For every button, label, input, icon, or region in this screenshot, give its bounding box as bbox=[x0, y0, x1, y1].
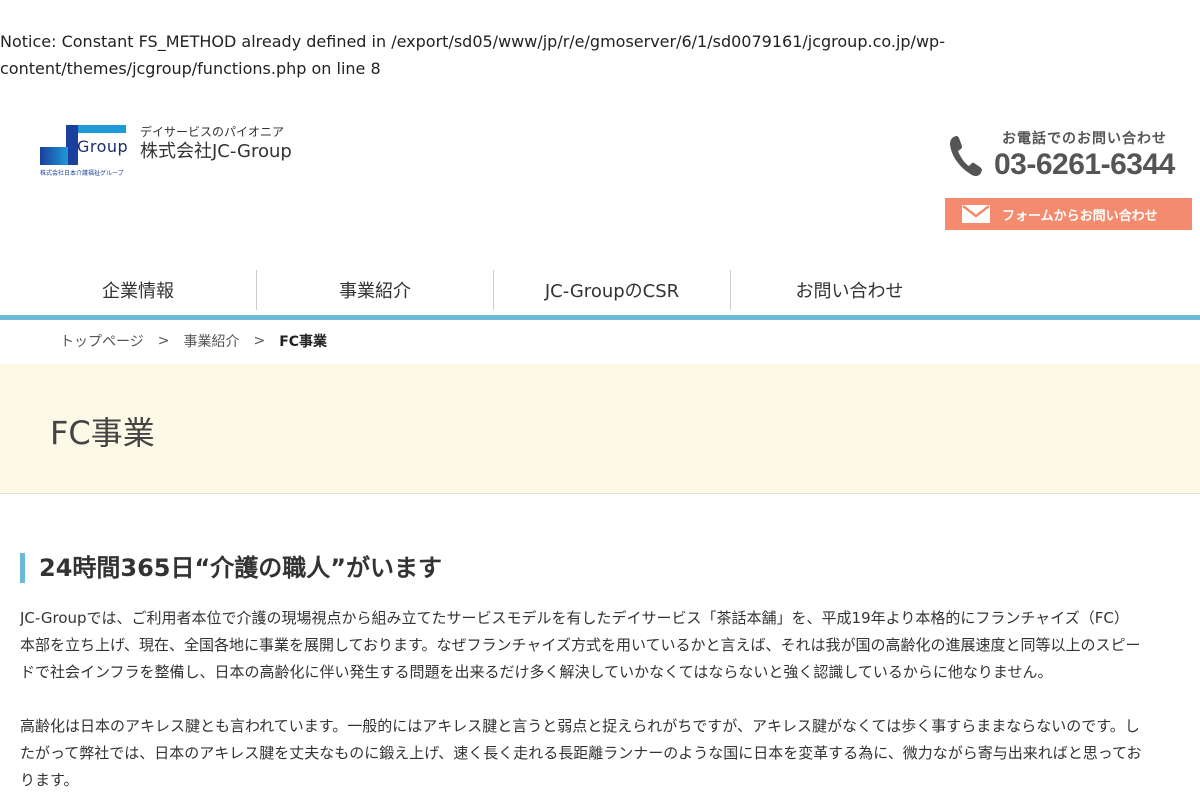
paragraph-line: 本部を立ち上げ、現在、全国各地に事業を展開しております。なぜフランチャイズ方式を… bbox=[20, 636, 1141, 654]
contact-form-button[interactable]: フォームからお問い合わせ bbox=[945, 198, 1192, 230]
paragraph-line: たがって弊社では、日本のアキレス腱を丈夫なものに鍛え上げ、速く長く走れる長距離ラ… bbox=[20, 744, 1142, 762]
breadcrumb: トップページ > 事業紹介 > FC事業 bbox=[60, 330, 327, 352]
logo-mark-text: Group bbox=[77, 137, 129, 156]
global-nav: 企業情報 事業紹介 JC-GroupのCSR お問い合わせ bbox=[20, 270, 968, 310]
phone-icon bbox=[950, 136, 982, 177]
company-name: 株式会社JC-Group bbox=[140, 141, 292, 162]
tel-number-link[interactable]: 03-6261-6344 bbox=[994, 148, 1175, 182]
breadcrumb-home[interactable]: トップページ bbox=[60, 331, 144, 351]
breadcrumb-separator: > bbox=[157, 333, 170, 349]
page-hero: FC事業 bbox=[0, 364, 1200, 494]
page-title: FC事業 bbox=[50, 414, 155, 452]
breadcrumb-separator: > bbox=[253, 333, 266, 349]
nav-item-csr[interactable]: JC-GroupのCSR bbox=[494, 270, 731, 310]
notice-line-1: Notice: Constant FS_METHOD already defin… bbox=[0, 32, 945, 51]
logo-mark-subtext: 株式会社日本介護福祉グループ bbox=[40, 170, 124, 177]
section-title: 24時間365日“介護の職人”がいます bbox=[20, 553, 442, 583]
logo-bar-c bbox=[40, 147, 68, 165]
breadcrumb-business[interactable]: 事業紹介 bbox=[183, 331, 239, 351]
logo-mark: Group 株式会社日本介護福祉グループ bbox=[40, 125, 132, 177]
logo-tagline: デイサービスのパイオニア bbox=[140, 125, 285, 139]
notice-line-2: content/themes/jcgroup/functions.php on … bbox=[0, 59, 381, 78]
paragraph-line: ドで社会インフラを整備し、日本の高齢化に伴い発生する問題を出来るだけ多く解決して… bbox=[20, 663, 1053, 681]
site-logo[interactable]: Group 株式会社日本介護福祉グループ デイサービスのパイオニア 株式会社JC… bbox=[40, 125, 292, 177]
paragraph-line: ります。 bbox=[20, 771, 79, 789]
paragraph-line: JC-Groupでは、ご利用者本位で介護の現場視点から組み立てたサービスモデルを… bbox=[20, 609, 1129, 627]
php-notice: Notice: Constant FS_METHOD already defin… bbox=[0, 28, 1200, 82]
tel-label: お電話でのお問い合わせ bbox=[1002, 131, 1167, 147]
nav-item-business[interactable]: 事業紹介 bbox=[257, 270, 494, 310]
contact-form-label: フォームからお問い合わせ bbox=[1002, 208, 1158, 224]
nav-divider bbox=[0, 315, 1200, 320]
mail-icon bbox=[962, 205, 990, 223]
paragraph: 高齢化は日本のアキレス腱とも言われています。一般的にはアキレス腱と言うと弱点と捉… bbox=[20, 713, 1200, 794]
body-content: JC-Groupでは、ご利用者本位で介護の現場視点から組み立てたサービスモデルを… bbox=[20, 605, 1200, 800]
nav-item-company[interactable]: 企業情報 bbox=[20, 270, 257, 310]
nav-item-contact[interactable]: お問い合わせ bbox=[731, 270, 968, 310]
paragraph: JC-Groupでは、ご利用者本位で介護の現場視点から組み立てたサービスモデルを… bbox=[20, 605, 1200, 686]
paragraph-line: 高齢化は日本のアキレス腱とも言われています。一般的にはアキレス腱と言うと弱点と捉… bbox=[20, 717, 1140, 735]
breadcrumb-current: FC事業 bbox=[279, 334, 328, 350]
logo-text: デイサービスのパイオニア 株式会社JC-Group bbox=[140, 125, 292, 165]
